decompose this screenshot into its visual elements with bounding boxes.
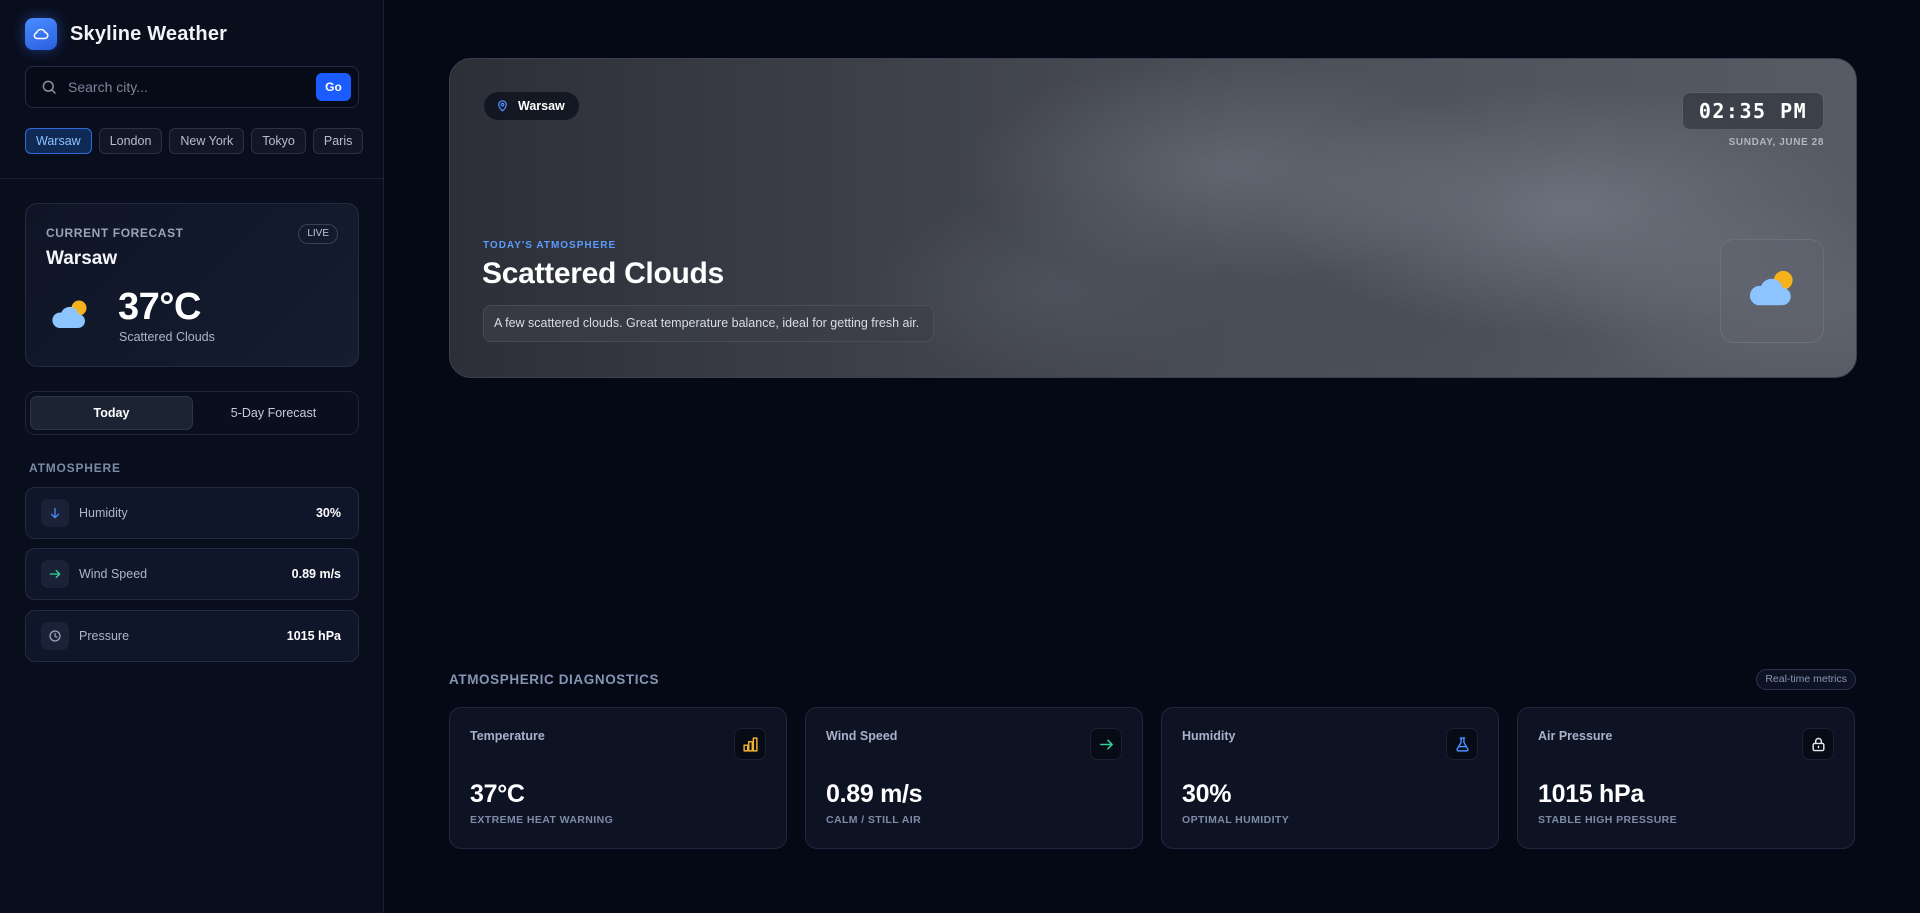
atmosphere-row-wind-speed: Wind Speed 0.89 m/s bbox=[25, 548, 359, 600]
current-temperature: 37°C bbox=[118, 286, 201, 328]
sidebar-divider bbox=[0, 178, 384, 179]
arrow-right-icon bbox=[1090, 728, 1122, 760]
cloud-logo-icon bbox=[25, 18, 57, 50]
metric-label: Humidity bbox=[1182, 729, 1236, 743]
pressure-label: Pressure bbox=[79, 629, 130, 643]
flask-icon bbox=[1446, 728, 1478, 760]
hero-weather-icon-box bbox=[1720, 239, 1824, 343]
hero-location-label: Warsaw bbox=[518, 99, 565, 113]
hero-condition-title: Scattered Clouds bbox=[482, 257, 724, 290]
atmosphere-row-humidity: Humidity 30% bbox=[25, 487, 359, 539]
clock-date: SUNDAY, JUNE 28 bbox=[1728, 137, 1824, 148]
metric-card-wind-speed: Wind Speed 0.89 m/s CALM / STILL AIR bbox=[805, 707, 1143, 849]
city-chip-warsaw[interactable]: Warsaw bbox=[25, 128, 92, 154]
city-chip-tokyo[interactable]: Tokyo bbox=[251, 128, 306, 154]
current-forecast-label: CURRENT FORECAST bbox=[46, 226, 184, 240]
arrow-right-icon bbox=[41, 560, 69, 588]
metric-value: 0.89 m/s bbox=[826, 780, 923, 808]
metric-card-humidity: Humidity 30% OPTIMAL HUMIDITY bbox=[1161, 707, 1499, 849]
wind-speed-label: Wind Speed bbox=[79, 567, 148, 581]
wind-speed-value: 0.89 m/s bbox=[291, 567, 341, 581]
metric-value: 37°C bbox=[470, 780, 525, 808]
atmosphere-heading: ATMOSPHERE bbox=[29, 461, 121, 475]
search-bar: Go bbox=[25, 66, 359, 108]
search-input[interactable] bbox=[68, 79, 316, 95]
diagnostics-heading: ATMOSPHERIC DIAGNOSTICS bbox=[449, 672, 660, 687]
tab-5-day-forecast[interactable]: 5-Day Forecast bbox=[193, 396, 354, 430]
go-button[interactable]: Go bbox=[316, 73, 351, 101]
location-pin-icon bbox=[496, 99, 509, 113]
city-quick-picks: Warsaw London New York Tokyo Paris bbox=[25, 128, 364, 154]
hero-weather-banner: Warsaw 02:35 PM SUNDAY, JUNE 28 TODAY'S … bbox=[449, 58, 1857, 378]
metric-label: Temperature bbox=[470, 729, 545, 743]
metric-note: OPTIMAL HUMIDITY bbox=[1182, 814, 1290, 826]
arrow-down-icon bbox=[41, 499, 69, 527]
hero-description: A few scattered clouds. Great temperatur… bbox=[483, 305, 935, 342]
live-badge: LIVE bbox=[298, 224, 338, 244]
city-chip-new-york[interactable]: New York bbox=[169, 128, 245, 154]
hero-location-chip[interactable]: Warsaw bbox=[484, 92, 579, 120]
realtime-metrics-badge: Real-time metrics bbox=[1756, 669, 1856, 690]
app-title: Skyline Weather bbox=[70, 22, 228, 45]
metric-value: 30% bbox=[1182, 780, 1232, 808]
clock-icon bbox=[41, 622, 69, 650]
partly-cloudy-icon bbox=[48, 295, 92, 335]
metric-value: 1015 hPa bbox=[1538, 780, 1645, 808]
hero-kicker: TODAY'S ATMOSPHERE bbox=[483, 240, 617, 251]
current-forecast-card: CURRENT FORECAST LIVE Warsaw 37°C Scatte… bbox=[25, 203, 359, 367]
city-chip-london[interactable]: London bbox=[98, 128, 163, 154]
metric-note: STABLE HIGH PRESSURE bbox=[1538, 814, 1678, 826]
atmosphere-row-pressure: Pressure 1015 hPa bbox=[25, 610, 359, 662]
metric-card-air-pressure: Air Pressure 1015 hPa STABLE HIGH PRESSU… bbox=[1517, 707, 1855, 849]
pressure-value: 1015 hPa bbox=[286, 629, 341, 643]
forecast-toggle: Today 5-Day Forecast bbox=[25, 391, 359, 435]
sidebar: Skyline Weather Go Warsaw London New Yor… bbox=[0, 0, 384, 913]
brand: Skyline Weather bbox=[25, 18, 227, 50]
metric-note: EXTREME HEAT WARNING bbox=[470, 814, 614, 826]
humidity-value: 30% bbox=[315, 506, 341, 520]
humidity-label: Humidity bbox=[79, 506, 128, 520]
city-chip-paris[interactable]: Paris bbox=[312, 128, 364, 154]
bar-chart-icon bbox=[734, 728, 766, 760]
metric-note: CALM / STILL AIR bbox=[826, 814, 922, 826]
metric-label: Wind Speed bbox=[826, 729, 898, 743]
lock-icon bbox=[1802, 728, 1834, 760]
metric-label: Air Pressure bbox=[1538, 729, 1613, 743]
current-city: Warsaw bbox=[46, 248, 118, 269]
tab-today[interactable]: Today bbox=[30, 396, 193, 430]
clock-display: 02:35 PM bbox=[1682, 92, 1824, 130]
partly-cloudy-icon bbox=[1743, 264, 1801, 319]
current-condition: Scattered Clouds bbox=[119, 330, 215, 344]
metric-card-temperature: Temperature 37°C EXTREME HEAT WARNING bbox=[449, 707, 787, 849]
search-icon bbox=[40, 78, 58, 96]
